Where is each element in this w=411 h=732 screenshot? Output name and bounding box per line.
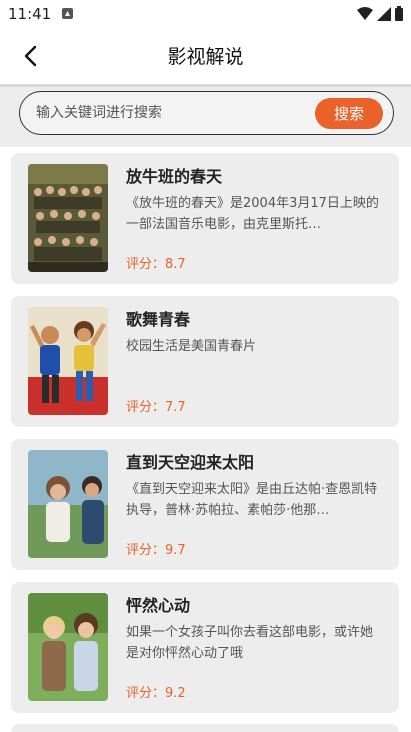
movie-title: 歌舞青春 [126,310,191,329]
movie-poster [28,307,108,415]
movie-card[interactable]: 怦然心动 如果一个女孩子叫你去看这部电影，或许她是对你怦然心动了哦 评分：9.2 [11,582,399,713]
movie-poster [28,593,108,701]
movie-card[interactable] [11,724,399,732]
battery-icon [395,6,403,21]
movie-description: 如果一个女孩子叫你去看这部电影，或许她是对你怦然心动了哦 [126,625,374,661]
movie-title: 怦然心动 [126,596,191,615]
movie-rating: 评分：9.2 [126,686,186,701]
wifi-icon [357,6,373,20]
status-icons [357,6,403,21]
signal-icon [377,6,391,21]
movie-rating: 评分：9.7 [126,543,186,558]
movie-poster [28,164,108,272]
movie-title: 直到天空迎来太阳 [126,453,255,472]
movie-card[interactable]: 直到天空迎来太阳 《直到天空迎来太阳》是由丘达帕·查恩凯特执导，普林·苏帕拉、素… [11,439,399,570]
search-button[interactable]: 搜索 [315,98,383,129]
sim-icon [62,8,73,19]
movie-poster [28,450,108,558]
movie-card[interactable]: 歌舞青春 校园生活是美国青春片 评分：7.7 [11,296,399,427]
movie-list[interactable]: 放牛班的春天 《放牛班的春天》是2004年3月17日上映的一部法国音乐电影，由克… [0,147,411,732]
movie-rating: 评分：8.7 [126,257,186,272]
status-time: 11:41 [8,5,52,23]
status-bar: 11:41 [0,0,411,28]
movie-description: 校园生活是美国青春片 [126,339,257,354]
movie-card[interactable]: 放牛班的春天 《放牛班的春天》是2004年3月17日上映的一部法国音乐电影，由克… [11,153,399,284]
movie-description: 《直到天空迎来太阳》是由丘达帕·查恩凯特执导，普林·苏帕拉、素帕莎·他那… [126,482,378,518]
movie-rating: 评分：7.7 [126,400,186,415]
search-input[interactable] [36,102,306,124]
movie-title: 放牛班的春天 [126,167,223,186]
app-bar: 影视解说 [0,28,411,84]
search-area: 搜索 [0,87,411,147]
search-box: 搜索 [19,91,394,135]
page-title: 影视解说 [167,46,244,68]
movie-description: 《放牛班的春天》是2004年3月17日上映的一部法国音乐电影，由克里斯托… [126,196,379,232]
